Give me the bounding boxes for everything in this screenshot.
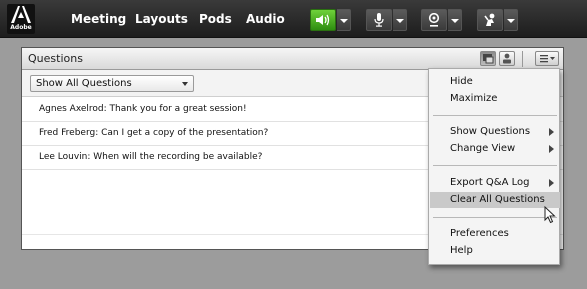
raise-hand-dropdown[interactable] (504, 9, 518, 31)
chevron-down-icon (182, 82, 188, 86)
menu-meeting[interactable]: Meeting (71, 0, 126, 38)
header-divider (522, 51, 523, 67)
menu-item-change-view[interactable]: Change View (430, 141, 560, 157)
question-filter-select[interactable]: Show All Questions (30, 75, 194, 92)
menu-item-label: Show Questions (450, 126, 531, 137)
submenu-arrow-icon (549, 128, 554, 136)
webcam-icon (428, 13, 440, 27)
participant-view-icon (503, 53, 511, 64)
menu-item-hide[interactable]: Hide (430, 74, 560, 90)
question-filter-label: Show All Questions (36, 78, 132, 89)
menu-pods[interactable]: Pods (199, 0, 232, 38)
menu-separator (433, 165, 557, 166)
submenu-arrow-icon (549, 179, 554, 187)
microphone-dropdown[interactable] (393, 9, 407, 31)
top-menubar: Adobe Meeting Layouts Pods Audio (0, 0, 587, 38)
participant-view-button[interactable] (499, 51, 515, 66)
menu-item-label: Change View (450, 143, 516, 154)
presenter-view-icon (483, 54, 494, 64)
speaker-button[interactable] (310, 9, 336, 31)
menu-separator (433, 217, 557, 218)
speaker-icon (316, 14, 330, 26)
menu-item-show-questions[interactable]: Show Questions (430, 124, 560, 140)
presenter-view-button[interactable] (480, 51, 496, 66)
menu-separator (433, 115, 557, 116)
pod-options-button[interactable] (535, 51, 559, 66)
submenu-arrow-icon (549, 145, 554, 153)
menu-item-clear-all-questions[interactable]: Clear All Questions (430, 192, 560, 208)
pod-title: Questions (28, 52, 83, 65)
menu-item-help[interactable]: Help (430, 243, 560, 259)
menu-item-preferences[interactable]: Preferences (430, 226, 560, 242)
menu-item-maximize[interactable]: Maximize (430, 91, 560, 107)
pod-header: Questions (22, 48, 563, 70)
menu-item-label: Export Q&A Log (450, 177, 530, 188)
menu-layouts[interactable]: Layouts (135, 0, 188, 38)
microphone-icon (374, 13, 384, 27)
pod-options-menu: Hide Maximize Show Questions Change View… (428, 68, 560, 265)
webcam-button[interactable] (421, 9, 447, 31)
mouse-pointer-icon (544, 206, 556, 224)
logo-text: Adobe (10, 24, 32, 31)
adobe-logo-icon (11, 6, 31, 23)
adobe-logo: Adobe (7, 4, 35, 34)
speaker-dropdown[interactable] (337, 9, 351, 31)
menu-audio[interactable]: Audio (246, 0, 285, 38)
menu-item-export-qa-log[interactable]: Export Q&A Log (430, 175, 560, 191)
webcam-dropdown[interactable] (448, 9, 462, 31)
raise-hand-icon (484, 13, 495, 26)
raise-hand-button[interactable] (477, 9, 503, 31)
microphone-button[interactable] (366, 9, 392, 31)
pod-menu-icon (540, 55, 555, 63)
